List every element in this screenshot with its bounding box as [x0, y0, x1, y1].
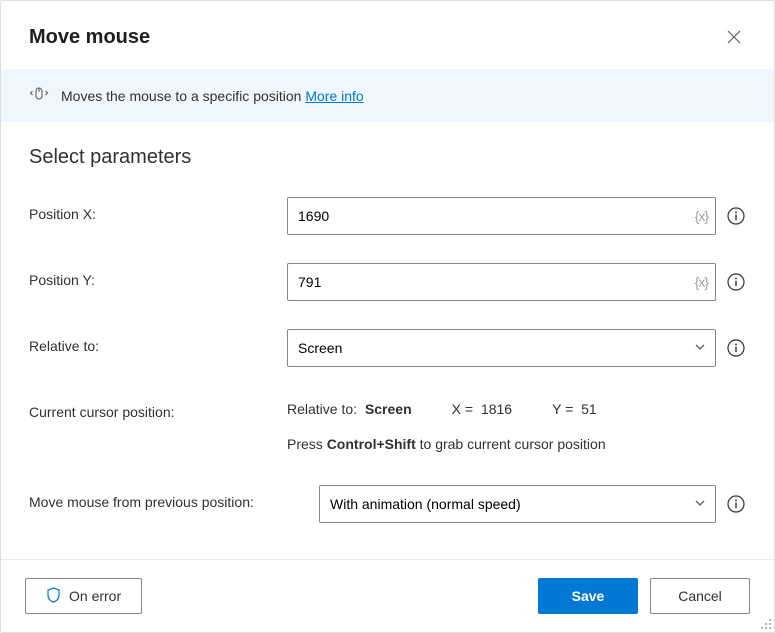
- cursor-info: Relative to: Screen X = 1816 Y = 51 Pres…: [287, 395, 746, 457]
- info-banner: Moves the mouse to a specific position M…: [1, 69, 774, 122]
- move-mouse-dialog: Move mouse Moves the mouse to a specific…: [0, 0, 775, 633]
- label-position-y: Position Y:: [29, 263, 287, 288]
- dialog-footer: On error Save Cancel: [1, 559, 774, 632]
- label-move-mode: Move mouse from previous position:: [29, 485, 319, 510]
- cursor-hint: Press Control+Shift to grab current curs…: [287, 432, 746, 457]
- label-position-x: Position X:: [29, 197, 287, 222]
- cancel-button[interactable]: Cancel: [650, 578, 750, 614]
- shield-icon: [46, 587, 61, 606]
- more-info-link[interactable]: More info: [305, 88, 363, 104]
- move-mode-select[interactable]: With animation (normal speed): [319, 485, 716, 523]
- section-title: Select parameters: [29, 146, 746, 169]
- relative-to-select[interactable]: Screen: [287, 329, 716, 367]
- variable-picker-icon[interactable]: {x}: [695, 274, 708, 290]
- on-error-button[interactable]: On error: [25, 578, 142, 614]
- close-icon: [727, 30, 741, 44]
- row-position-y: Position Y: {x}: [29, 263, 746, 301]
- row-move-mode: Move mouse from previous position: With …: [29, 485, 746, 523]
- save-button[interactable]: Save: [538, 578, 638, 614]
- row-cursor-position: Current cursor position: Relative to: Sc…: [29, 395, 746, 457]
- variable-picker-icon[interactable]: {x}: [695, 208, 708, 224]
- label-relative-to: Relative to:: [29, 329, 287, 354]
- dialog-body: Select parameters Position X: {x} Positi…: [1, 122, 774, 559]
- info-icon[interactable]: [726, 206, 746, 226]
- banner-text: Moves the mouse to a specific position M…: [61, 88, 364, 104]
- close-button[interactable]: [718, 21, 750, 53]
- label-cursor-position: Current cursor position:: [29, 395, 287, 420]
- dialog-header: Move mouse: [1, 1, 774, 69]
- info-icon[interactable]: [726, 494, 746, 514]
- mouse-move-icon: [29, 85, 49, 106]
- row-relative-to: Relative to: Screen: [29, 329, 746, 367]
- position-x-input[interactable]: [287, 197, 716, 235]
- info-icon[interactable]: [726, 272, 746, 292]
- dialog-title: Move mouse: [29, 26, 150, 49]
- position-y-input[interactable]: [287, 263, 716, 301]
- info-icon[interactable]: [726, 338, 746, 358]
- row-position-x: Position X: {x}: [29, 197, 746, 235]
